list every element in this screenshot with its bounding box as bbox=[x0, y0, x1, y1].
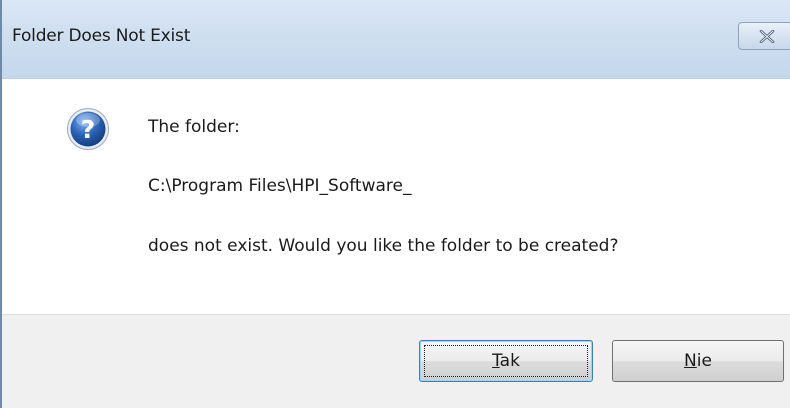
svg-text:?: ? bbox=[81, 115, 96, 144]
focus-ring bbox=[424, 345, 588, 377]
window-title: Folder Does Not Exist bbox=[12, 26, 191, 46]
question-icon: ? bbox=[67, 108, 109, 150]
message-line-3: does not exist. Would you like the folde… bbox=[148, 236, 619, 256]
title-bar[interactable]: Folder Does Not Exist bbox=[2, 0, 790, 79]
message-area bbox=[2, 79, 790, 313]
close-icon bbox=[759, 30, 775, 43]
yes-button[interactable]: Tak bbox=[419, 340, 593, 382]
folder-path: C:\Program Files\HPI_Software_ bbox=[148, 176, 412, 196]
dialog-window: Folder Does Not Exist ? The folder: C:\P… bbox=[0, 0, 790, 408]
message-line-1: The folder: bbox=[148, 117, 240, 137]
button-bar: Tak Nie bbox=[2, 314, 790, 408]
close-button[interactable] bbox=[738, 22, 790, 50]
no-button-label: ie bbox=[696, 351, 712, 371]
no-button-mnemonic: N bbox=[684, 351, 697, 371]
no-button[interactable]: Nie bbox=[612, 340, 784, 382]
